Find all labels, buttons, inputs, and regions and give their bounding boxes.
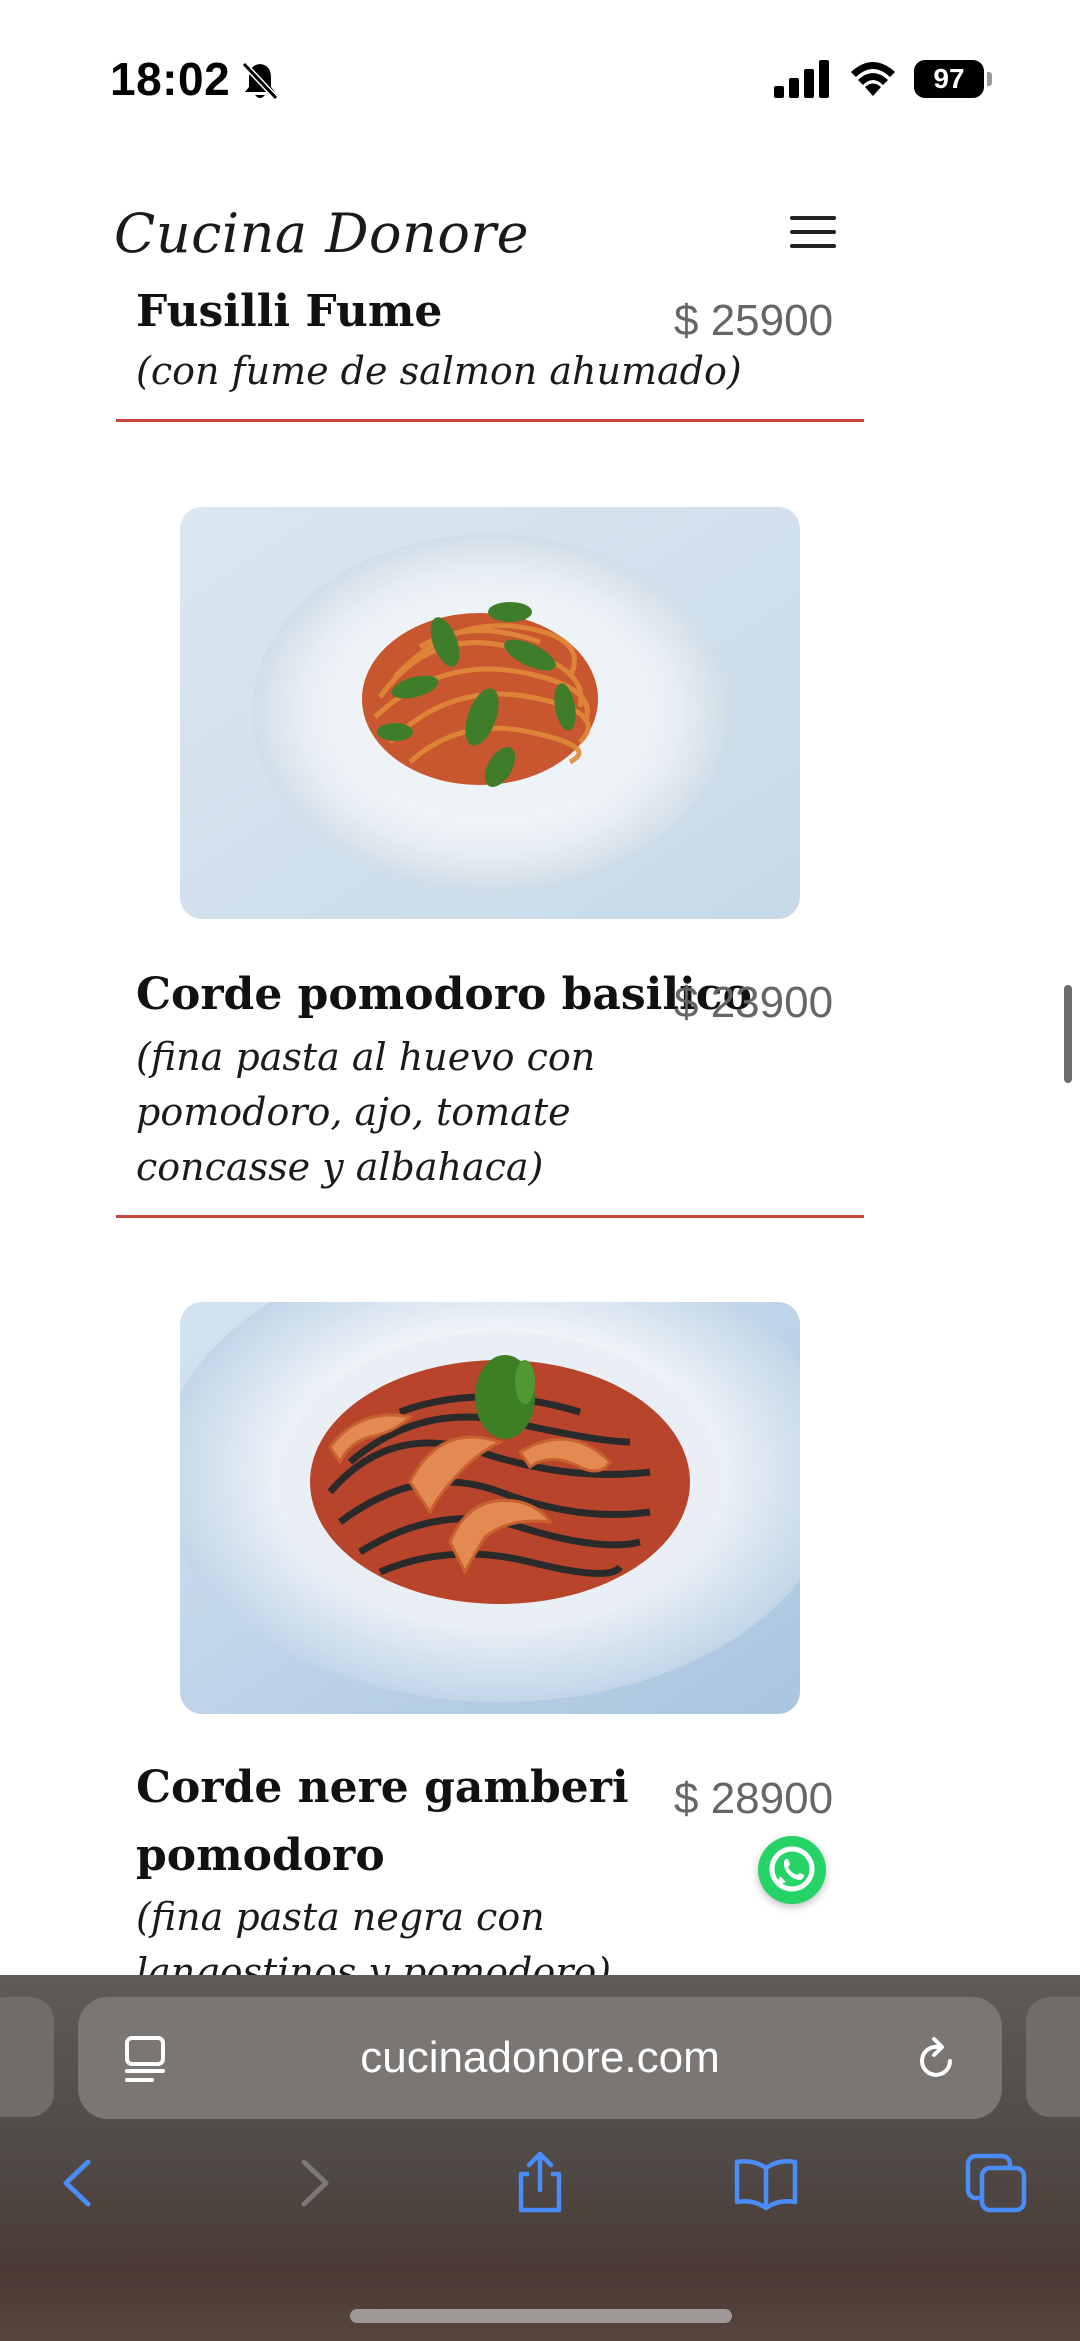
bookmarks-icon[interactable] (733, 2150, 799, 2216)
dish-price: $ 28900 (674, 1774, 834, 1823)
url-text[interactable]: cucinadonore.com (78, 1997, 1002, 2119)
address-bar[interactable]: cucinadonore.com (78, 1997, 1002, 2119)
dish-description-line: pomodoro, ajo, tomate (136, 1090, 571, 1134)
divider (116, 1215, 864, 1218)
reload-icon[interactable] (914, 2035, 960, 2083)
scroll-indicator[interactable] (1064, 985, 1072, 1083)
battery-level: 97 (933, 63, 965, 94)
dish-name: Fusilli Fume (136, 286, 443, 337)
next-tab-peek[interactable] (1026, 1997, 1080, 2117)
dish-name-line: Corde nere gamberi (136, 1762, 629, 1813)
whatsapp-icon (769, 1846, 815, 1892)
dish-description-line: (fina pasta negra con (136, 1895, 545, 1939)
back-icon[interactable] (46, 2150, 112, 2216)
dish-name: Corde pomodoro basilico (136, 969, 752, 1020)
spaghetti-pomodoro-photo (180, 507, 800, 919)
battery-icon: 97 (914, 60, 984, 98)
dish-description-line: concasse y albahaca) (136, 1145, 544, 1189)
cellular-signal-icon (774, 60, 829, 98)
divider (116, 419, 864, 422)
bell-slash-icon (241, 61, 279, 101)
forward-icon[interactable] (280, 2150, 346, 2216)
previous-tab-peek[interactable] (0, 1997, 54, 2117)
dish-name-line: pomodoro (136, 1830, 385, 1881)
dish-price: $ 23900 (674, 978, 834, 1027)
battery-tip (987, 72, 992, 86)
tabs-icon[interactable] (964, 2150, 1030, 2216)
dish-price: $ 25900 (674, 296, 834, 345)
brand-logo-text[interactable]: Cucina Donore (114, 202, 529, 265)
dish-description: (con fume de salmon ahumado) (136, 349, 742, 393)
wifi-icon (851, 62, 895, 96)
home-indicator[interactable] (350, 2309, 732, 2323)
dish-description-line: langostinos y pomodoro) (136, 1950, 612, 1975)
status-time: 18:02 (110, 53, 231, 105)
browser-bottom-bar: cucinadonore.com (0, 1975, 1080, 2341)
black-pasta-shrimp-photo (180, 1302, 800, 1714)
share-icon[interactable] (507, 2150, 573, 2216)
dish-description-line: (fina pasta al huevo con (136, 1035, 596, 1079)
menu-content: Fusilli Fume $ 25900 (con fume de salmon… (0, 0, 1080, 1975)
status-bar: 18:02 97 (0, 0, 1080, 150)
whatsapp-button[interactable] (758, 1836, 826, 1904)
site-header: Cucina Donore (0, 150, 1080, 290)
hamburger-menu-icon[interactable] (790, 212, 840, 252)
